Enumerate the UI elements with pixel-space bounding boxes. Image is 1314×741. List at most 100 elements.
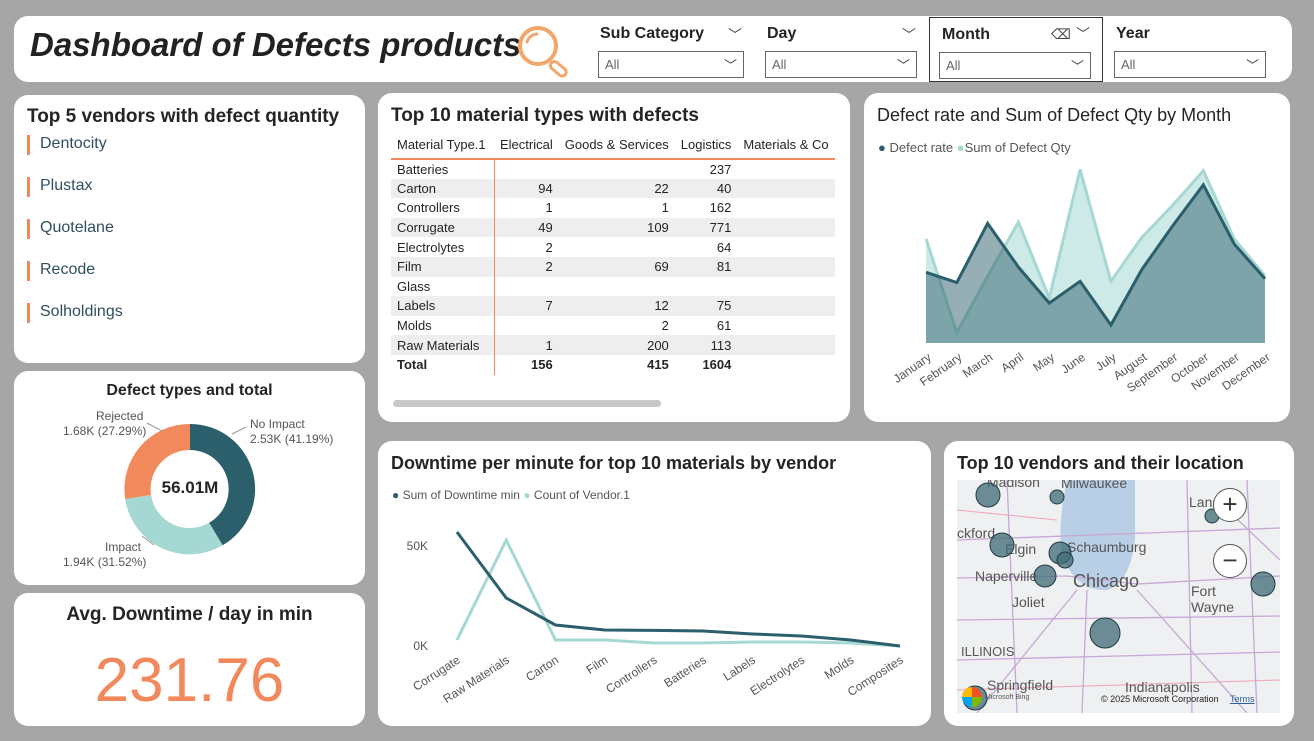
downtime-line-chart[interactable]: 50K0KCorrugateRaw Materials Carton FilmCon… [378, 441, 931, 726]
total-cell: 156 [531, 357, 553, 373]
column-header[interactable]: Goods & Services [558, 131, 675, 160]
vendor-item[interactable]: Dentocity [27, 135, 107, 155]
table-row[interactable]: Molds 2 61 [391, 315, 835, 336]
table-cell [737, 159, 834, 179]
chevron-down-icon: ﹀ [1245, 58, 1259, 73]
table-cell: 2 [494, 256, 559, 277]
table-row[interactable]: Electrolytes 2 64 [391, 237, 835, 257]
slicer-label: Day [767, 25, 797, 42]
vendor-item[interactable]: Quotelane [27, 219, 114, 239]
slicer-sub-category[interactable]: Sub Category ﹀ All ﹀ [598, 22, 746, 78]
table-cell [737, 237, 834, 257]
table-cell: 7 [494, 296, 559, 316]
vendor-item[interactable]: Plustax [27, 177, 92, 197]
vendor-location-bubble [1056, 551, 1074, 569]
table-row[interactable]: Controllers 1 1 162 [391, 198, 835, 218]
total-cell [737, 355, 834, 375]
slicer-dropdown[interactable]: All ﹀ [765, 51, 917, 78]
table-cell [737, 277, 834, 297]
card-title: Avg. Downtime / day in min [66, 604, 313, 625]
vendor-location-bubble [1049, 489, 1065, 505]
zoom-out-button[interactable]: − [1213, 544, 1247, 578]
table-cell: 40 [674, 178, 738, 199]
table-cell [737, 296, 835, 316]
table-row[interactable]: Batteries 237 [391, 159, 835, 179]
table-cell: 771 [674, 217, 738, 238]
rejected-label: Rejected 1.68K (27.29%) [63, 409, 147, 438]
map-copyright: © 2025 Microsoft Corporation [1101, 694, 1219, 704]
slicer-month[interactable]: Month ⌫ ﹀ All ﹀ [929, 17, 1103, 82]
vendor-item[interactable]: Recode [27, 261, 95, 281]
x-tick-label: Film [584, 653, 611, 677]
table-cell: 2 [545, 239, 553, 255]
x-tick-label: June [1058, 350, 1088, 377]
table-row[interactable]: Film 2 69 81 [391, 256, 835, 277]
line-downtime-min [455, 531, 901, 648]
table-cell [737, 256, 835, 277]
avg-downtime-value: 231.76 [94, 646, 285, 715]
monthly-defect-card: Defect rate and Sum of Defect Qty by Mon… [864, 93, 1290, 422]
row-label: Film [391, 256, 495, 277]
table-cell [675, 277, 738, 297]
row-label: Raw Materials [391, 335, 495, 355]
slicer-year[interactable]: Year All ﹀ [1114, 22, 1266, 78]
table-cell: 61 [716, 318, 732, 334]
card-title: Top 10 vendors and their location [957, 453, 1244, 473]
horizontal-scrollbar[interactable] [393, 400, 661, 407]
x-tick-label: Labels [721, 653, 758, 684]
table-cell: 237 [709, 161, 732, 177]
table-cell: 22 [558, 178, 675, 199]
slicer-dropdown[interactable]: All ﹀ [1114, 51, 1266, 78]
materials-table: Material Type.1 Electrical Goods & Servi… [391, 131, 835, 375]
zoom-in-button[interactable]: + [1213, 488, 1247, 522]
chevron-down-icon[interactable]: ﹀ [1076, 24, 1090, 44]
table-cell: 94 [494, 178, 559, 199]
table-cell [737, 178, 835, 199]
table-cell [737, 335, 835, 355]
table-total-row: Total 156 415 1604 [391, 354, 835, 375]
downtime-card: Downtime per minute for top 10 materials… [378, 441, 931, 726]
defect-types-card: Defect types and total 56.01M No Impact 2… [14, 371, 365, 585]
donut-center-value: 56.01M [161, 478, 219, 497]
row-label: Carton [391, 178, 495, 199]
slicer-label: Sub Category [600, 25, 705, 42]
total-cell: 1604 [702, 357, 732, 373]
slicer-day[interactable]: Day ﹀ All ﹀ [765, 22, 917, 78]
eraser-icon[interactable]: ⌫ [1051, 26, 1071, 43]
table-cell [737, 217, 835, 238]
table-cell: 75 [674, 296, 738, 316]
table-viewport[interactable]: Material Type.1 Electrical Goods & Servi… [391, 131, 837, 393]
chevron-down-icon[interactable]: ﹀ [902, 25, 916, 45]
table-cell: 1 [494, 335, 559, 355]
column-header[interactable]: Electrical [494, 131, 559, 160]
chevron-down-icon: ﹀ [723, 58, 737, 73]
table-cell: 69 [558, 256, 675, 277]
x-tick-label: Batteries [661, 653, 708, 691]
y-tick-label: 50K [407, 539, 428, 553]
chevron-down-icon[interactable]: ﹀ [728, 25, 742, 45]
x-tick-label: April [998, 350, 1026, 375]
slicer-dropdown[interactable]: All ﹀ [939, 52, 1091, 79]
top-vendors-card: Top 5 vendors with defect quantity Dento… [14, 95, 365, 363]
table-row[interactable]: Carton 94 22 40 [391, 178, 835, 199]
monthly-area-chart[interactable]: JanuaryFebruaryMarch April May June JulyAugu… [864, 93, 1290, 422]
table-row[interactable]: Corrugate 49 109 771 [391, 217, 835, 238]
table-cell: 1 [545, 200, 553, 216]
table-cell: 1 [661, 200, 669, 216]
column-header[interactable]: Logistics [674, 131, 738, 160]
map-terms-link[interactable]: Terms [1230, 694, 1255, 704]
table-row[interactable]: Raw Materials 1 200 113 [391, 335, 835, 355]
vendor-map[interactable]: Madison Milwaukee Lansing ckford Elgin S… [957, 480, 1280, 713]
bing-label: Microsoft Bing [985, 694, 1030, 701]
slicer-dropdown[interactable]: All ﹀ [598, 51, 744, 78]
row-label: Molds [391, 315, 495, 336]
column-header[interactable]: Material Type.1 [391, 131, 494, 160]
x-tick-label: March [960, 350, 995, 381]
chevron-down-icon: ﹀ [1070, 59, 1084, 74]
table-row[interactable]: Labels 7 12 75 [391, 296, 835, 316]
column-header[interactable]: Materials & Co [737, 131, 835, 160]
table-row[interactable]: Glass [391, 276, 835, 297]
bing-logo-icon [962, 687, 982, 707]
vendor-item[interactable]: Solholdings [27, 303, 123, 323]
table-cell [494, 316, 559, 336]
